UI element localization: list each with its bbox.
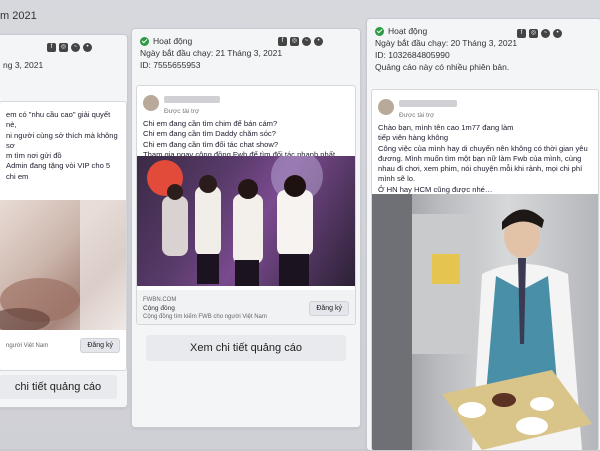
- ad-text-line: tiếp viên hàng không: [378, 133, 449, 143]
- ad-status: Hoạt động: [388, 26, 428, 36]
- view-ad-details-button[interactable]: chi tiết quảng cáo: [0, 375, 117, 399]
- instagram-icon: ◎: [59, 43, 68, 52]
- ad-text-line: ni người cùng sở thích mà không sơ: [6, 130, 118, 150]
- ad-text-line: Công việc của mình hay di chuyển nên khô…: [378, 143, 588, 153]
- ad-start-date: ng 3, 2021: [3, 60, 44, 70]
- register-button[interactable]: Đăng ký: [309, 300, 349, 316]
- ad-image-left: [0, 200, 126, 330]
- active-status-icon: [140, 36, 149, 46]
- ad-text-line: đương. Mình muốn tìm một bạn nữ làm Fwb …: [378, 153, 582, 163]
- ad-id: ID: 1032684805990: [375, 50, 450, 60]
- ad-image-middle: [137, 156, 355, 286]
- platform-icons: f ◎ ~ •: [517, 29, 562, 38]
- facebook-icon: f: [278, 37, 287, 46]
- messenger-icon: ~: [541, 29, 550, 38]
- ad-text-line: em có "nhu cầu cao" giải quyết nè,: [6, 110, 111, 130]
- sponsored-label: Được tài trợ: [399, 112, 435, 119]
- ad-card-right: f ◎ ~ • Hoạt động Ngày bắt đầu chạy: 20 …: [366, 18, 600, 451]
- ad-text-line: Chào bạn, mình tên cao 1m77 đang làm: [378, 123, 514, 132]
- audience-network-icon: •: [553, 29, 562, 38]
- ad-preview-left: em có "nhu cầu cao" giải quyết nè, ni ng…: [0, 101, 127, 371]
- ad-start-date: Ngày bắt đầu chạy: 21 Tháng 3, 2021: [140, 48, 283, 58]
- advertiser-avatar: [378, 98, 394, 115]
- ad-preview-right: Được tài trợ Chào bạn, mình tên cao 1m77…: [371, 89, 599, 450]
- redacted-page-name: [399, 100, 457, 107]
- ad-text-line: Admin đang tặng vòi VIP cho 5 chi em: [6, 161, 111, 181]
- ad-link-domain: FWBN.COM: [143, 296, 177, 303]
- platform-icons: f ◎ ~ •: [278, 37, 323, 46]
- ad-link-description: Cộng đồng tìm kiếm FWB cho người Việt Na…: [143, 313, 267, 320]
- instagram-icon: ◎: [529, 29, 538, 38]
- page-date-label: m 2021: [0, 10, 37, 22]
- ad-text-line: Chi em đang cần tìm đối tác chat show?: [143, 139, 279, 149]
- instagram-icon: ◎: [290, 37, 299, 46]
- platform-icons: f ◎ ~ •: [47, 43, 92, 52]
- facebook-icon: f: [47, 43, 56, 52]
- messenger-icon: ~: [71, 43, 80, 52]
- ad-image-right: [372, 194, 598, 450]
- audience-network-icon: •: [314, 37, 323, 46]
- ad-card-middle: f ◎ ~ • Hoạt động Ngày bắt đầu chạy: 21 …: [131, 28, 361, 428]
- ad-status: Hoạt động: [153, 36, 193, 46]
- ad-text-line: mình sẽ lo.: [378, 174, 416, 184]
- advertiser-avatar: [143, 94, 159, 111]
- ad-link-title: Cộng đồng: [143, 304, 175, 312]
- audience-network-icon: •: [83, 43, 92, 52]
- register-button[interactable]: Đăng ký: [80, 338, 120, 353]
- ad-id: ID: 7555655953: [140, 60, 201, 70]
- ad-text-line: Chi em đang cần tìm chim để bán cám?: [143, 119, 278, 128]
- ad-start-date: Ngày bắt đầu chạy: 20 Tháng 3, 2021: [375, 38, 518, 48]
- view-ad-details-button[interactable]: Xem chi tiết quảng cáo: [146, 335, 346, 361]
- messenger-icon: ~: [302, 37, 311, 46]
- ad-text-line: m tìm nơi gửi đồ: [6, 151, 62, 161]
- screen: m 2021 f ◎ ~ • ng 3, 2021 em có "nhu cầu…: [0, 0, 600, 451]
- sponsored-label: Được tài trợ: [164, 108, 200, 115]
- ad-footer-desc: người Việt Nam: [6, 343, 49, 349]
- ad-text-line: Chi em đang cần tìm Daddy chăm sóc?: [143, 129, 276, 139]
- facebook-icon: f: [517, 29, 526, 38]
- ad-preview-middle: Được tài trợ Chi em đang cần tìm chim để…: [136, 85, 356, 325]
- ad-text-line: nhau đi chơi, xem phim, nói chuyện mỗi k…: [378, 164, 583, 174]
- redacted-page-name: [164, 96, 220, 103]
- ad-card-left: f ◎ ~ • ng 3, 2021 em có "nhu cầu cao" g…: [0, 34, 128, 408]
- ad-versions-note: Quảng cáo này có nhiều phiên bản.: [375, 62, 510, 72]
- active-status-icon: [375, 26, 384, 36]
